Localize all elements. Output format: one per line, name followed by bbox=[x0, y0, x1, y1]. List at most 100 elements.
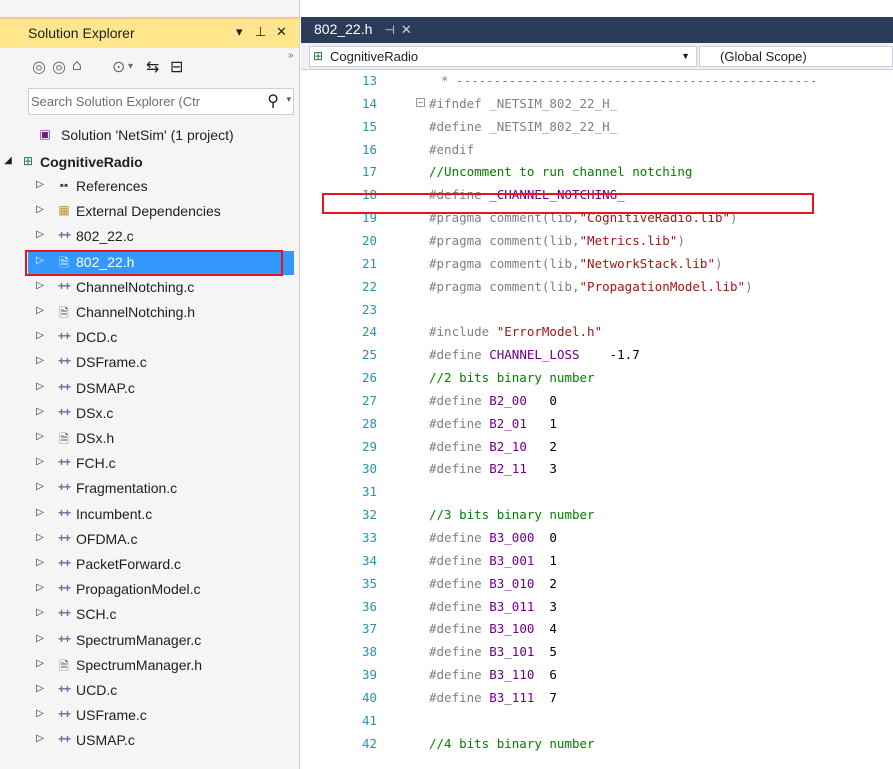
code-line[interactable]: 35 #define B3_010 2 bbox=[301, 573, 893, 595]
overflow-icon[interactable]: » bbox=[288, 50, 294, 61]
code-line[interactable]: 22 #pragma comment(lib,"PropagationModel.… bbox=[301, 276, 893, 298]
collapsed-arrow-icon[interactable]: ▷ bbox=[34, 532, 46, 543]
code-line[interactable]: 29 #define B2_10 2 bbox=[301, 436, 893, 458]
code-line[interactable]: 27 #define B2_00 0 bbox=[301, 390, 893, 412]
tree-item[interactable]: ▷ ++ USMAP.c bbox=[28, 729, 294, 753]
collapsed-arrow-icon[interactable]: ▷ bbox=[34, 229, 46, 240]
search-input[interactable]: Search Solution Explorer (Ctr ⚲ ▾ bbox=[28, 88, 294, 115]
code-line[interactable]: 17 //Uncomment to run channel notching bbox=[301, 161, 893, 183]
code-line[interactable]: 23 bbox=[301, 299, 893, 321]
code-line[interactable]: 42 //4 bits binary number bbox=[301, 733, 893, 755]
code-line[interactable]: 15 #define _NETSIM_802_22_H_ bbox=[301, 116, 893, 138]
search-icon[interactable]: ⚲ bbox=[267, 91, 279, 111]
forward-icon[interactable]: ◎ bbox=[52, 57, 66, 77]
tree-item[interactable]: ▷ 🗎 DSx.h bbox=[28, 427, 294, 451]
tree-item[interactable]: ▷ ++ USFrame.c bbox=[28, 704, 294, 728]
tree-item[interactable]: ▷ 🗎 SpectrumManager.h bbox=[28, 654, 294, 678]
collapsed-arrow-icon[interactable]: ▷ bbox=[34, 355, 46, 366]
code-line[interactable]: 20 #pragma comment(lib,"Metrics.lib") bbox=[301, 230, 893, 252]
collapsed-arrow-icon[interactable]: ▷ bbox=[34, 204, 46, 215]
history-icon[interactable]: ⊙ bbox=[112, 57, 125, 77]
tree-item[interactable]: ▷ ++ DSx.c bbox=[28, 402, 294, 426]
collapsed-arrow-icon[interactable]: ▷ bbox=[34, 708, 46, 719]
tree-item[interactable]: ▷ ▪▪ References bbox=[28, 175, 294, 199]
code-line[interactable]: 24 #include "ErrorModel.h" bbox=[301, 321, 893, 343]
c-file-icon: ++ bbox=[57, 354, 71, 369]
collapse-toggle-icon[interactable]: − bbox=[416, 97, 425, 107]
tree-item[interactable]: ▷ ++ ChannelNotching.c bbox=[28, 276, 294, 300]
collapsed-arrow-icon[interactable]: ▷ bbox=[34, 381, 46, 392]
collapsed-arrow-icon[interactable]: ▷ bbox=[34, 507, 46, 518]
code-line[interactable]: 37 #define B3_100 4 bbox=[301, 618, 893, 640]
tree-item[interactable]: ▷ ++ UCD.c bbox=[28, 679, 294, 703]
code-line[interactable]: 16 #endif bbox=[301, 139, 893, 161]
collapsed-arrow-icon[interactable]: ▷ bbox=[34, 280, 46, 291]
collapsed-arrow-icon[interactable]: ▷ bbox=[34, 733, 46, 744]
tree-item[interactable]: ▷ ++ FCH.c bbox=[28, 452, 294, 476]
project-icon: ⊞ bbox=[313, 49, 324, 63]
tree-item[interactable]: ▷ ++ DSMAP.c bbox=[28, 377, 294, 401]
tree-item[interactable]: ▷ ++ OFDMA.c bbox=[28, 528, 294, 552]
pin-icon[interactable]: ⊣ bbox=[384, 23, 394, 37]
code-line[interactable]: 25 #define CHANNEL_LOSS -1.7 bbox=[301, 344, 893, 366]
code-line[interactable]: 30 #define B2_11 3 bbox=[301, 458, 893, 480]
code-line[interactable]: 38 #define B3_101 5 bbox=[301, 641, 893, 663]
tab-802-22-h[interactable]: 802_22.h ⊣ ✕ bbox=[306, 17, 420, 43]
code-line[interactable]: 39 #define B3_110 6 bbox=[301, 664, 893, 686]
tree-item[interactable]: ▷ ++ SpectrumManager.c bbox=[28, 629, 294, 653]
collapsed-arrow-icon[interactable]: ▷ bbox=[34, 557, 46, 568]
tree-item[interactable]: ▷ ++ DSFrame.c bbox=[28, 351, 294, 375]
collapsed-arrow-icon[interactable]: ▷ bbox=[34, 305, 46, 316]
collapsed-arrow-icon[interactable]: ▷ bbox=[34, 633, 46, 644]
code-line[interactable]: 14 − #ifndef _NETSIM_802_22_H_ bbox=[301, 93, 893, 115]
dropdown-arrow-icon[interactable]: ▾ bbox=[236, 24, 243, 40]
collapsed-arrow-icon[interactable]: ▷ bbox=[34, 582, 46, 593]
collapsed-arrow-icon[interactable]: ▷ bbox=[34, 607, 46, 618]
project-dropdown[interactable]: ⊞ CognitiveRadio ▼ bbox=[309, 46, 697, 67]
code-line[interactable]: 26 //2 bits binary number bbox=[301, 367, 893, 389]
close-icon[interactable]: ✕ bbox=[401, 22, 412, 37]
tree-item[interactable]: ▷ ++ Fragmentation.c bbox=[28, 477, 294, 501]
collapsed-arrow-icon[interactable]: ▷ bbox=[34, 431, 46, 442]
back-icon[interactable]: ◎ bbox=[32, 57, 46, 77]
tree-item[interactable]: ▷ ++ 802_22.c bbox=[28, 225, 294, 249]
code-line[interactable]: 13 * ------------------------------------… bbox=[301, 70, 893, 92]
scope-dropdown[interactable]: (Global Scope) bbox=[699, 46, 893, 67]
collapsed-arrow-icon[interactable]: ▷ bbox=[34, 406, 46, 417]
tree-item[interactable]: ▷ ++ DCD.c bbox=[28, 326, 294, 350]
tree-item[interactable]: ▷ ++ SCH.c bbox=[28, 603, 294, 627]
close-icon[interactable]: ✕ bbox=[276, 24, 287, 40]
home-icon[interactable]: ⌂ bbox=[72, 57, 82, 75]
code-line[interactable]: 28 #define B2_01 1 bbox=[301, 413, 893, 435]
c-file-icon: ++ bbox=[57, 379, 71, 394]
collapsed-arrow-icon[interactable]: ▷ bbox=[34, 658, 46, 669]
collapse-all-icon[interactable]: ⊟ bbox=[170, 57, 183, 77]
expanded-arrow-icon[interactable]: ◢ bbox=[2, 155, 14, 166]
pin-icon[interactable]: ⊥ bbox=[255, 24, 266, 40]
tree-item[interactable]: ▷ 🗎 ChannelNotching.h bbox=[28, 301, 294, 325]
tree-item[interactable]: ▷ ++ PacketForward.c bbox=[28, 553, 294, 577]
history-dropdown-icon[interactable]: ▾ bbox=[128, 61, 133, 72]
collapsed-arrow-icon[interactable]: ▷ bbox=[34, 179, 46, 190]
tree-item-project[interactable]: ◢ ⊞ CognitiveRadio bbox=[4, 151, 294, 175]
code-line[interactable]: 34 #define B3_001 1 bbox=[301, 550, 893, 572]
collapsed-arrow-icon[interactable]: ▷ bbox=[34, 456, 46, 467]
code-line[interactable]: 41 bbox=[301, 710, 893, 732]
collapsed-arrow-icon[interactable]: ▷ bbox=[34, 481, 46, 492]
code-line[interactable]: 21 #pragma comment(lib,"NetworkStack.lib"… bbox=[301, 253, 893, 275]
code-line[interactable]: 33 #define B3_000 0 bbox=[301, 527, 893, 549]
code-line[interactable]: 36 #define B3_011 3 bbox=[301, 596, 893, 618]
chevron-down-icon[interactable]: ▼ bbox=[681, 51, 690, 61]
code-area[interactable]: 13 * ------------------------------------… bbox=[301, 70, 893, 769]
tree-item[interactable]: ▷ ++ PropagationModel.c bbox=[28, 578, 294, 602]
search-options-icon[interactable]: ▾ bbox=[286, 94, 291, 105]
code-line[interactable]: 31 bbox=[301, 481, 893, 503]
collapsed-arrow-icon[interactable]: ▷ bbox=[34, 330, 46, 341]
tree-item[interactable]: ▷ ▦ External Dependencies bbox=[28, 200, 294, 224]
tree-item-solution[interactable]: ▣ Solution 'NetSim' (1 project) bbox=[28, 124, 294, 148]
code-line[interactable]: 32 //3 bits binary number bbox=[301, 504, 893, 526]
code-line[interactable]: 40 #define B3_111 7 bbox=[301, 687, 893, 709]
tree-item[interactable]: ▷ ++ Incumbent.c bbox=[28, 503, 294, 527]
collapsed-arrow-icon[interactable]: ▷ bbox=[34, 683, 46, 694]
sync-icon[interactable]: ⇆ bbox=[146, 57, 159, 77]
